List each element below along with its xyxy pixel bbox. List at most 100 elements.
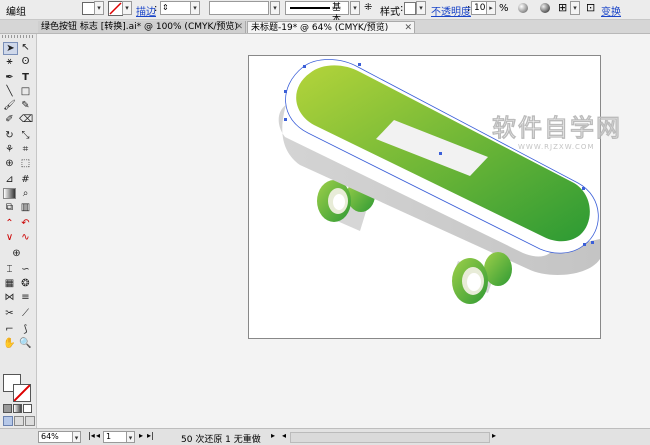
stroke-weight-stepper-icon[interactable]: ⇕	[162, 2, 169, 14]
stroke-color-swatch[interactable]	[13, 384, 31, 402]
path-smooth-tool-icon[interactable]: ∿	[19, 232, 32, 243]
prev-page-icon[interactable]: ◂	[96, 431, 100, 440]
direct-selection-tool-icon[interactable]: ↖	[19, 42, 32, 53]
status-bar: 64% ▾ |◂ ◂ 1 ▾ ▸ ▸| 50 次还原 1 无重做 ▸ ◂ ▸	[0, 428, 650, 445]
stroke-swatch[interactable]	[108, 1, 123, 16]
chart-tool-icon[interactable]: ▦	[3, 278, 16, 289]
artboard[interactable]	[248, 55, 601, 339]
scroll-right-icon[interactable]: ▸	[492, 431, 496, 440]
skateboard-illustration[interactable]	[248, 55, 601, 339]
paintbrush-tool-icon[interactable]: 🖌	[3, 100, 16, 111]
rotate-tool-icon[interactable]: ↻	[3, 130, 16, 141]
width-tool-icon[interactable]: ⋈	[3, 292, 16, 303]
lasso-tool-icon[interactable]: ʘ	[19, 56, 32, 67]
none-slash-icon	[14, 385, 30, 401]
watermark: 软件自学网 WWW.RJZXW.COM	[492, 108, 632, 151]
artboard-tool-icon[interactable]: ⌶	[3, 264, 16, 275]
anchor-point-tool-icon[interactable]: ⌃	[3, 218, 16, 229]
magic-wand-tool-icon[interactable]: ⚹	[3, 56, 16, 67]
eraser-tool-icon[interactable]: ⌫	[19, 114, 33, 125]
transform-link[interactable]: 变换	[601, 3, 621, 18]
blend-tool-icon[interactable]: ⧉	[3, 202, 16, 213]
bar-graph-tool-icon[interactable]: ≡	[19, 292, 32, 303]
variable-width-field[interactable]	[209, 1, 269, 15]
tab-untitled-19[interactable]: 未标题-19* @ 64% (CMYK/预览) ✕	[247, 21, 415, 33]
control-bar: 编组 ▾ ▾ 描边 : ⇕ ▾ ▾ 基本 ▾ ⁜ 样式 : ▾ 不透明度 : 1…	[0, 0, 650, 25]
blob-brush-tool-icon[interactable]: ✐	[3, 114, 16, 125]
next-page-icon[interactable]: ▸	[139, 431, 143, 440]
no-stroke-icon	[109, 2, 122, 15]
toolbox: ➤ ↖ ⚹ ʘ ✒ T ╲ □ 🖌 ✎ ✐ ⌫ ↻ ⤡ ⚘ ⌗ ⊕ ⬚ ⊿ # …	[0, 34, 37, 428]
stroke-dropdown-icon[interactable]: ▾	[122, 1, 132, 15]
watermark-sub: WWW.RJZXW.COM	[518, 143, 595, 151]
variable-width-dropdown-icon[interactable]: ▾	[270, 1, 280, 15]
brush-library-icon[interactable]: ⁜	[364, 2, 372, 13]
close-icon[interactable]: ✕	[235, 21, 243, 33]
column-graph-tool-icon[interactable]: ▥	[19, 202, 32, 213]
symbol-sprayer-tool-icon[interactable]: ⊕	[10, 248, 23, 259]
add-anchor-tool-icon[interactable]: ↶	[19, 218, 32, 229]
crop-tool-icon[interactable]: ⌐	[3, 324, 16, 335]
eyedropper-alt-tool-icon[interactable]: ⟆	[19, 324, 32, 335]
stroke-weight-dropdown-icon[interactable]: ▾	[190, 1, 200, 15]
page-dropdown-icon[interactable]: ▾	[126, 431, 135, 443]
style-dropdown-icon[interactable]: ▾	[416, 1, 426, 15]
free-transform-tool-icon[interactable]: ⌗	[19, 144, 32, 155]
opacity-dropdown-icon[interactable]: ▸	[486, 1, 496, 15]
opacity-percent: %	[499, 3, 509, 14]
eyedropper-tool-icon[interactable]: ⌕	[19, 188, 32, 199]
color-mode-button[interactable]	[3, 404, 12, 413]
stroke-link[interactable]: 描边	[136, 3, 156, 18]
tab-label: 未标题-19* @ 64% (CMYK/预览)	[251, 23, 389, 33]
knife-tool-icon[interactable]: ✂	[3, 308, 16, 319]
style-swatch[interactable]	[404, 2, 416, 15]
first-page-icon[interactable]: |◂	[88, 431, 95, 440]
zoom-dropdown-icon[interactable]: ▾	[72, 431, 81, 443]
horizontal-scrollbar[interactable]	[290, 432, 490, 443]
draw-inside-button[interactable]	[25, 416, 35, 426]
none-mode-button[interactable]	[23, 404, 32, 413]
line-tool-icon[interactable]: ╲	[3, 86, 16, 97]
pen-tool-icon[interactable]: ✒	[3, 72, 16, 83]
opacity-link[interactable]: 不透明度	[431, 3, 471, 18]
live-paint-tool-icon[interactable]: ⬚	[19, 158, 32, 169]
draw-normal-button[interactable]	[3, 416, 13, 426]
zoom-tool-icon[interactable]: 🔍	[19, 338, 32, 349]
mesh-tool-icon[interactable]: #	[19, 174, 32, 185]
brush-profile-dropdown-icon[interactable]: ▾	[350, 1, 360, 15]
front-truck	[452, 252, 512, 304]
scale-tool-icon[interactable]: ⤡	[19, 130, 32, 141]
slice-tool-icon[interactable]: ∽	[19, 264, 32, 275]
perspective-grid-tool-icon[interactable]: ⊿	[3, 174, 16, 185]
align-options-icon[interactable]: ⊞	[558, 1, 567, 14]
globe-icon[interactable]	[540, 3, 550, 13]
warp-tool-icon[interactable]: ⚘	[3, 144, 16, 155]
type-tool-icon[interactable]: T	[19, 72, 32, 83]
toolbox-grip[interactable]	[2, 35, 34, 38]
measure-tool-icon[interactable]: ⟋	[19, 308, 32, 319]
rectangle-tool-icon[interactable]: □	[19, 86, 32, 97]
pencil-tool-icon[interactable]: ✎	[19, 100, 32, 111]
close-icon[interactable]: ✕	[404, 22, 412, 34]
hand-tool-icon[interactable]: ✋	[3, 338, 16, 349]
transform-icon[interactable]: ⊡	[586, 1, 595, 14]
stroke-preview-line	[290, 7, 330, 9]
history-status: 50 次还原 1 无重做	[181, 435, 261, 445]
align-dropdown-icon[interactable]: ▾	[570, 1, 580, 15]
last-page-icon[interactable]: ▸|	[147, 431, 154, 440]
shape-builder-tool-icon[interactable]: ⊕	[3, 158, 16, 169]
recolor-artwork-icon[interactable]	[518, 3, 528, 13]
gradient-mode-button[interactable]	[13, 404, 22, 413]
fill-dropdown-icon[interactable]: ▾	[94, 1, 104, 15]
status-menu-icon[interactable]: ▸	[271, 431, 275, 440]
selection-tool-icon[interactable]: ➤	[3, 42, 18, 55]
scroll-left-icon[interactable]: ◂	[282, 431, 286, 440]
tab-green-button-logo[interactable]: 绿色按钮 标志 [转换].ai* @ 100% (CMYK/预览) ✕	[38, 21, 246, 33]
brush-profile-field[interactable]: 基本	[285, 1, 349, 25]
gradient-tool-icon[interactable]	[3, 188, 16, 199]
flare-tool-icon[interactable]: ❂	[19, 278, 32, 289]
draw-behind-button[interactable]	[14, 416, 24, 426]
convert-anchor-tool-icon[interactable]: ∨	[3, 232, 16, 243]
selection-type-label: 编组	[6, 7, 26, 18]
front-wheel-back	[484, 252, 512, 286]
